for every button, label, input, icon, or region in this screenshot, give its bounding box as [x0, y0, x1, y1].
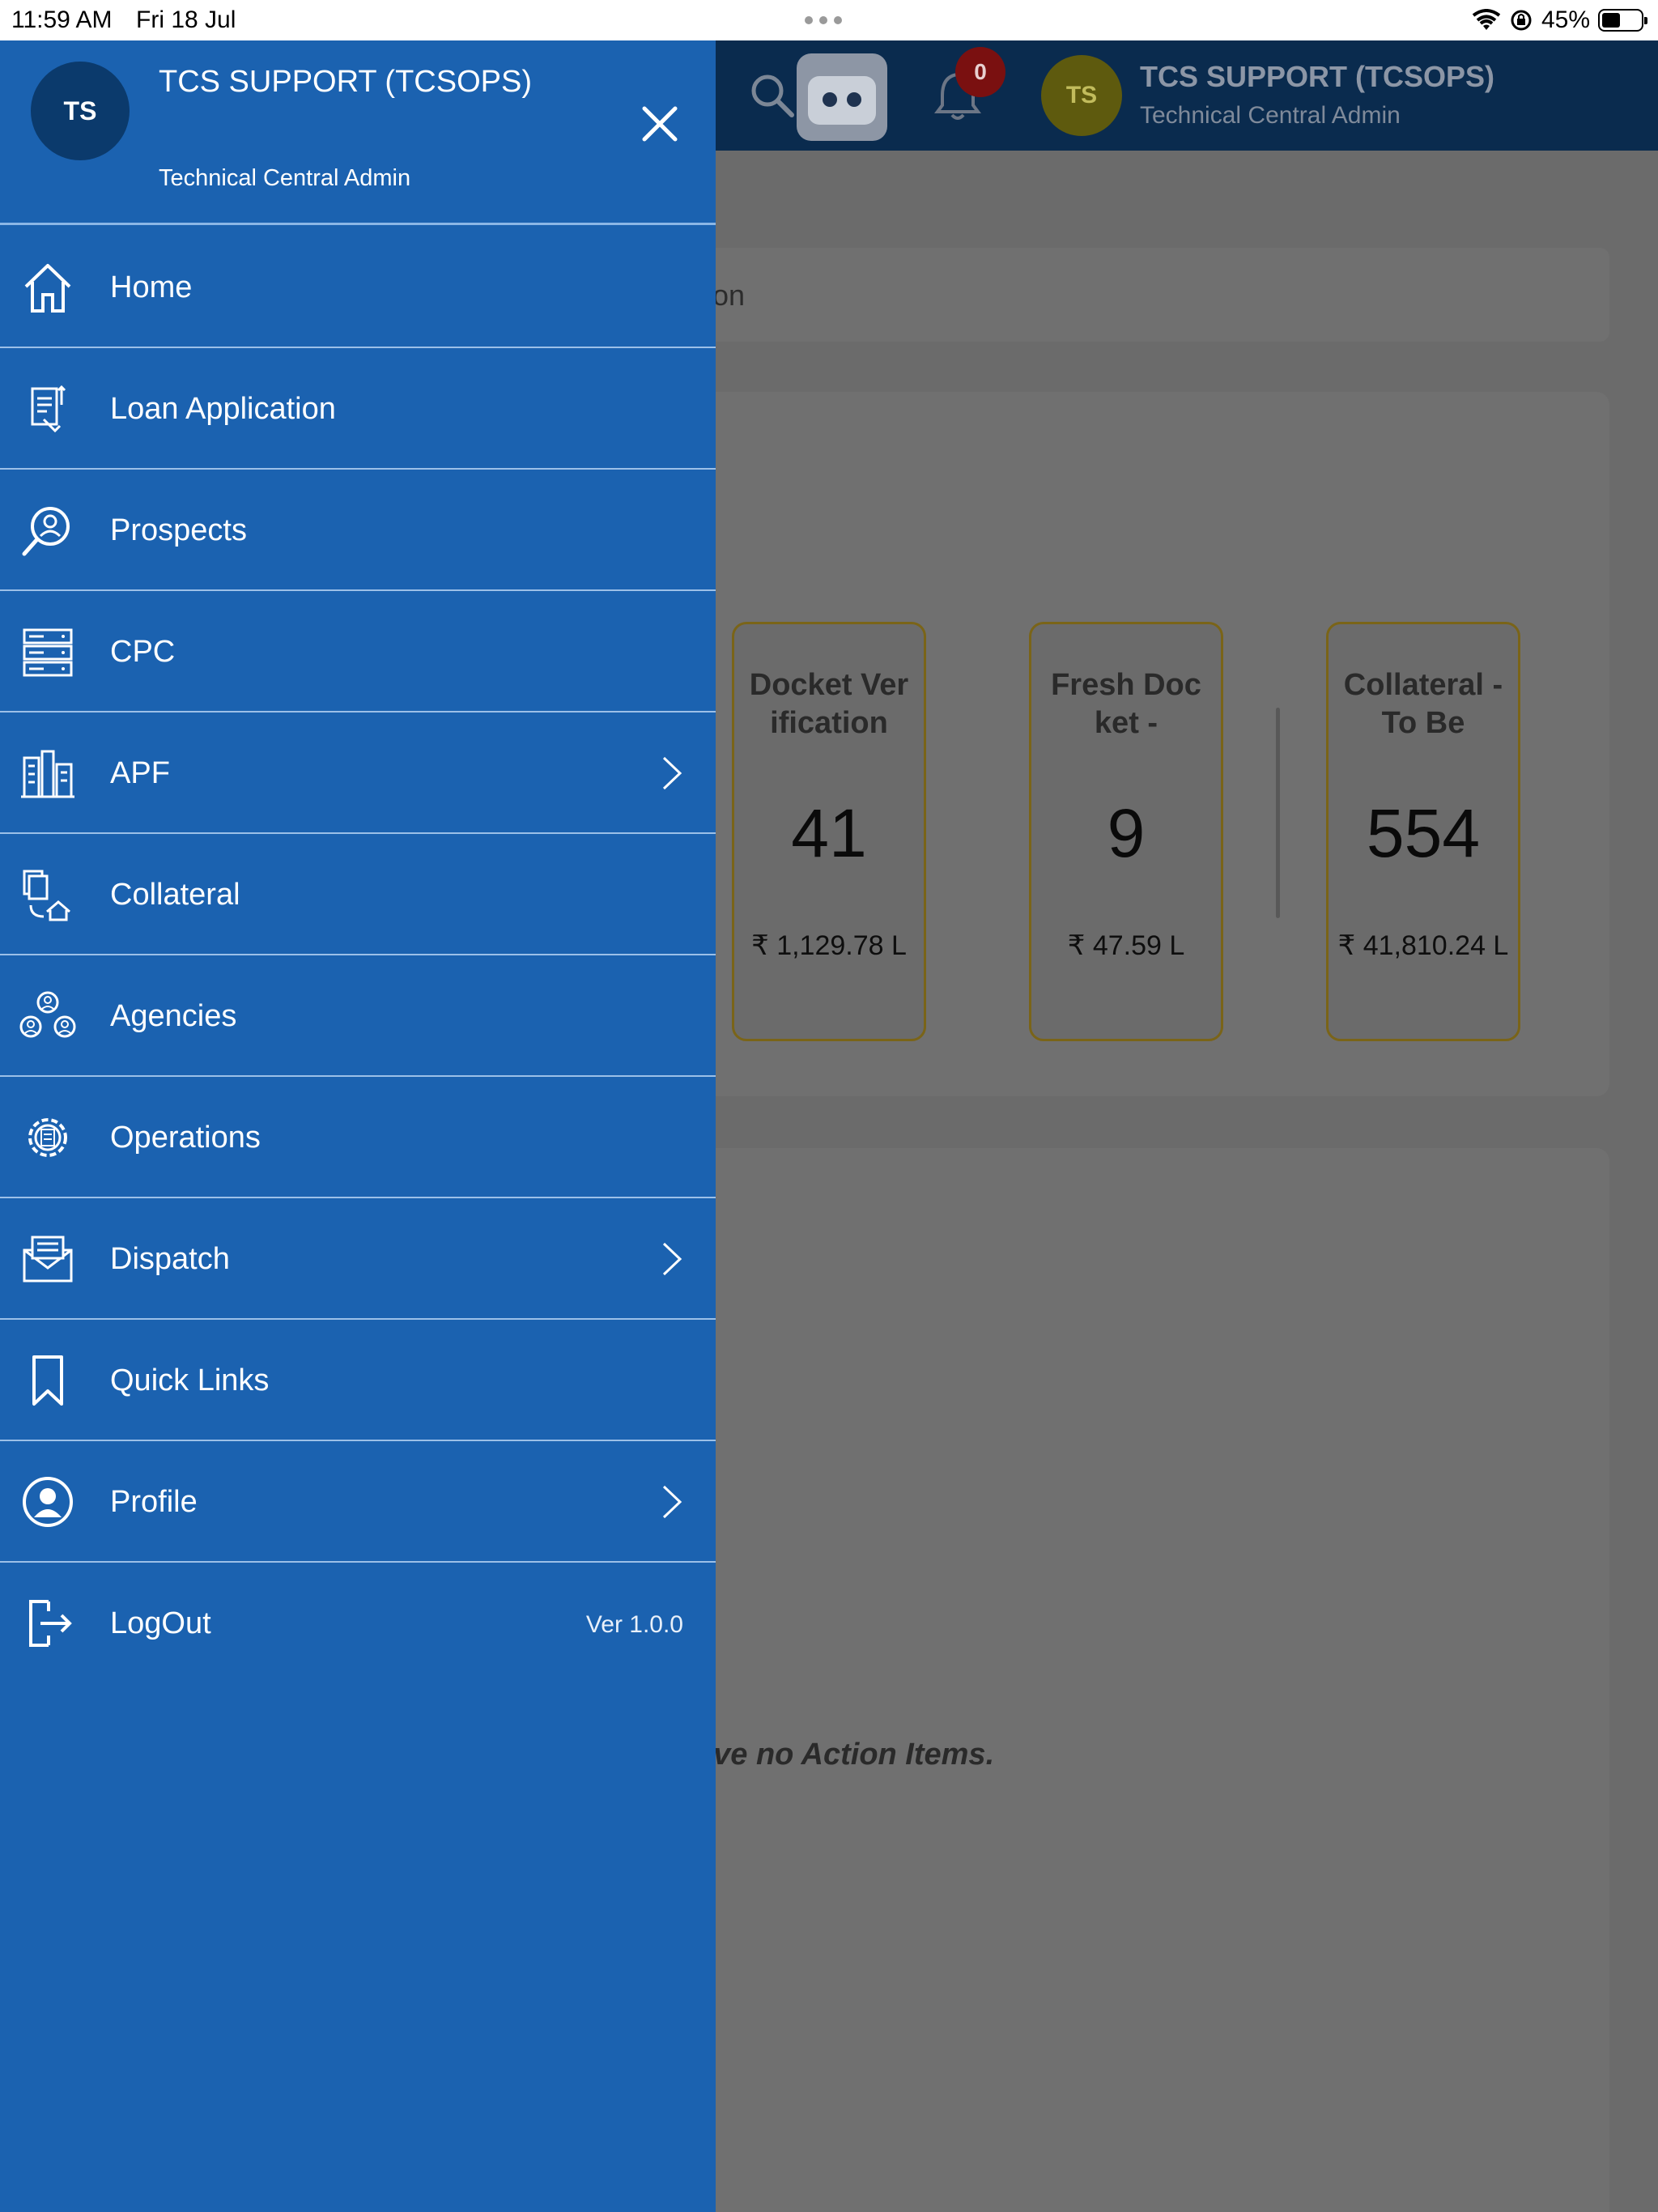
- orientation-lock-icon: [1511, 10, 1532, 31]
- menu-item-collateral[interactable]: Collateral: [0, 834, 716, 955]
- status-indicators: 45%: [1472, 5, 1647, 36]
- stat-title: Fresh Docket -: [1051, 668, 1201, 740]
- chatbot-icon[interactable]: [797, 53, 887, 141]
- stat-title: Docket Verification: [749, 668, 909, 740]
- buildings-icon: [21, 750, 74, 798]
- status-date: Fri 18 Jul: [136, 6, 236, 33]
- header-user-name: TCS SUPPORT (TCSOPS): [1140, 60, 1495, 93]
- battery-icon: [1598, 9, 1647, 32]
- menu-item-profile[interactable]: Profile: [0, 1441, 716, 1563]
- menu-label: APF: [110, 756, 170, 790]
- status-bar: 11:59 AM Fri 18 Jul 45%: [0, 0, 1658, 40]
- envelope-icon: [23, 1236, 73, 1283]
- battery-percent: 45%: [1541, 6, 1590, 33]
- status-time: 11:59 AM: [11, 6, 113, 33]
- menu-item-apf[interactable]: APF: [0, 713, 716, 834]
- stat-amount: ₹ 1,129.78 L: [751, 930, 907, 961]
- menu-item-operations[interactable]: Operations: [0, 1077, 716, 1198]
- menu-item-prospects[interactable]: Prospects: [0, 470, 716, 591]
- menu-label: Profile: [110, 1485, 198, 1519]
- menu-item-loan-application[interactable]: Loan Application: [0, 348, 716, 470]
- menu-label: Prospects: [110, 513, 247, 547]
- wifi-icon: [1472, 9, 1501, 30]
- menu-label: Collateral: [110, 878, 240, 912]
- server-rack-icon: [23, 628, 73, 677]
- stat-count: 9: [1107, 795, 1146, 871]
- menu-label: CPC: [110, 635, 176, 669]
- search-placeholder: on: [712, 279, 746, 312]
- chevron-right-icon: [662, 756, 682, 790]
- chevron-right-icon: [662, 1485, 682, 1519]
- people-group-icon: [19, 991, 76, 1038]
- action-items-panel: ave no Action Items.: [696, 1148, 1609, 2212]
- search-input[interactable]: on: [696, 248, 1609, 342]
- stat-card-collateral[interactable]: Collateral - To Be 554 ₹ 41,810.24 L: [1326, 622, 1520, 1041]
- notification-badge: 0: [955, 47, 1005, 97]
- user-circle-icon: [23, 1477, 73, 1527]
- stat-card-docket-verification[interactable]: Docket Verification 41 ₹ 1,129.78 L: [732, 622, 926, 1041]
- menu-label: Loan Application: [110, 392, 336, 426]
- header-avatar[interactable]: TS: [1041, 55, 1122, 136]
- stat-count: 41: [791, 795, 867, 871]
- menu-item-dispatch[interactable]: Dispatch: [0, 1198, 716, 1320]
- prospect-search-icon: [22, 507, 70, 556]
- gear-document-icon: [28, 1118, 67, 1157]
- menu-label: Home: [110, 270, 193, 304]
- drawer-header: TS TCS SUPPORT (TCSOPS) Technical Centra…: [0, 40, 716, 225]
- chevron-right-icon: [662, 1242, 682, 1276]
- drawer-user-name: TCS SUPPORT (TCSOPS): [159, 65, 532, 99]
- menu-label: LogOut: [110, 1606, 211, 1640]
- close-icon[interactable]: [636, 100, 683, 147]
- menu-label: Agencies: [110, 999, 237, 1033]
- menu-item-quick-links[interactable]: Quick Links: [0, 1320, 716, 1441]
- menu-label: Quick Links: [110, 1363, 270, 1397]
- bookmark-icon: [32, 1355, 63, 1406]
- menu-item-agencies[interactable]: Agencies: [0, 955, 716, 1077]
- stat-amount: ₹ 47.59 L: [1067, 930, 1185, 961]
- loan-document-icon: [31, 385, 66, 433]
- drawer-menu: Home Loan Application Prospects CPC APF …: [0, 227, 716, 1684]
- drawer-avatar[interactable]: TS: [31, 62, 130, 160]
- search-icon[interactable]: [748, 71, 795, 118]
- scroll-divider: [1276, 708, 1280, 918]
- logout-icon: [29, 1600, 72, 1647]
- stat-card-fresh-docket[interactable]: Fresh Docket - 9 ₹ 47.59 L: [1029, 622, 1223, 1041]
- header-user-role: Technical Central Admin: [1140, 102, 1401, 129]
- stat-count: 554: [1366, 795, 1481, 871]
- menu-label: Dispatch: [110, 1242, 230, 1276]
- menu-label: Operations: [110, 1121, 261, 1155]
- property-documents-icon: [23, 870, 70, 921]
- multitasking-dots-icon[interactable]: [805, 16, 842, 24]
- app-version: Ver 1.0.0: [585, 1611, 683, 1638]
- navigation-drawer: TS TCS SUPPORT (TCSOPS) Technical Centra…: [0, 40, 716, 2212]
- menu-item-cpc[interactable]: CPC: [0, 591, 716, 713]
- menu-item-logout[interactable]: LogOut Ver 1.0.0: [0, 1563, 716, 1684]
- stat-amount: ₹ 41,810.24 L: [1337, 930, 1509, 961]
- empty-actions-message: ave no Action Items.: [696, 1738, 995, 1772]
- home-icon: [24, 264, 71, 313]
- menu-item-home[interactable]: Home: [0, 227, 716, 348]
- drawer-user-role: Technical Central Admin: [159, 165, 411, 191]
- stat-title: Collateral - To Be: [1343, 668, 1503, 740]
